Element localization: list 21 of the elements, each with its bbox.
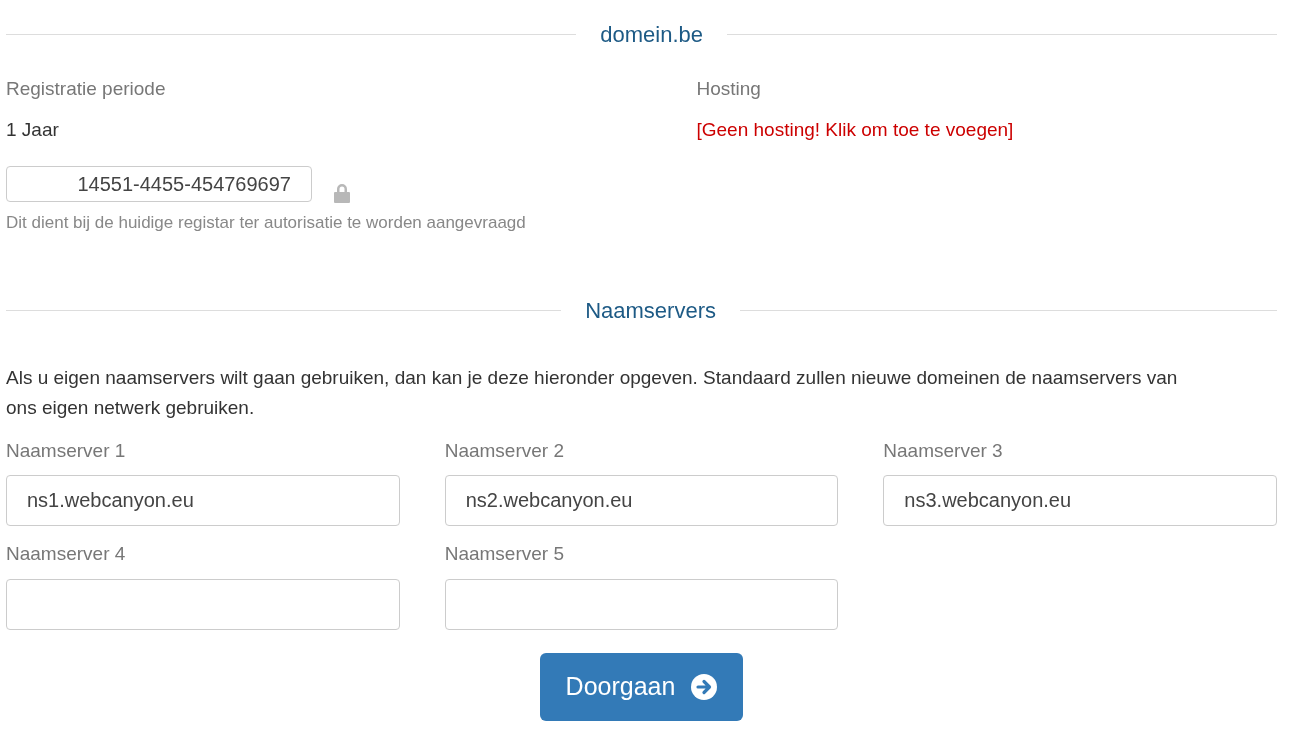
field-label: Naamserver 3 xyxy=(883,438,1004,463)
nameserver-field[interactable] xyxy=(444,578,839,630)
nameserver-field[interactable]: ns2.webcanyon.eu xyxy=(444,475,839,526)
auth-code-field[interactable]: 14551-4455-454769697 xyxy=(6,166,312,202)
arrow-right-icon xyxy=(691,673,718,700)
intro-paragraph: Als u eigen naamservers wilt gaan gebruiken, dan kan je deze hieronder opgeven. Standaard zullen nieuwe domeinen de naamservers van ons eigen netwerk gebruiken. xyxy=(6,365,1179,420)
section-heading: domein.be xyxy=(600,21,703,49)
section-heading: Naamservers xyxy=(585,296,716,325)
field-value: 1 Jaar xyxy=(6,117,60,142)
nameserver-field[interactable]: ns3.webcanyon.eu xyxy=(883,475,1277,526)
field-label: Hosting xyxy=(696,77,762,101)
field-label: Registratie periode xyxy=(6,77,167,101)
field-label: Naamserver 2 xyxy=(444,438,565,463)
add-hosting-link[interactable]: [Geen hosting! Klik om toe te voegen] xyxy=(696,115,1014,144)
help-text: Dit dient bij de huidige registar ter autorisatie te worden aangevraagd xyxy=(6,212,527,234)
field-label: Naamserver 5 xyxy=(444,542,565,566)
field-label: Naamserver 1 xyxy=(6,438,127,463)
nameserver-field[interactable] xyxy=(6,578,400,630)
nameserver-field[interactable]: ns1.webcanyon.eu xyxy=(6,475,400,526)
continue-button[interactable]: Doorgaan xyxy=(539,652,744,721)
field-label: Naamserver 4 xyxy=(6,542,127,566)
